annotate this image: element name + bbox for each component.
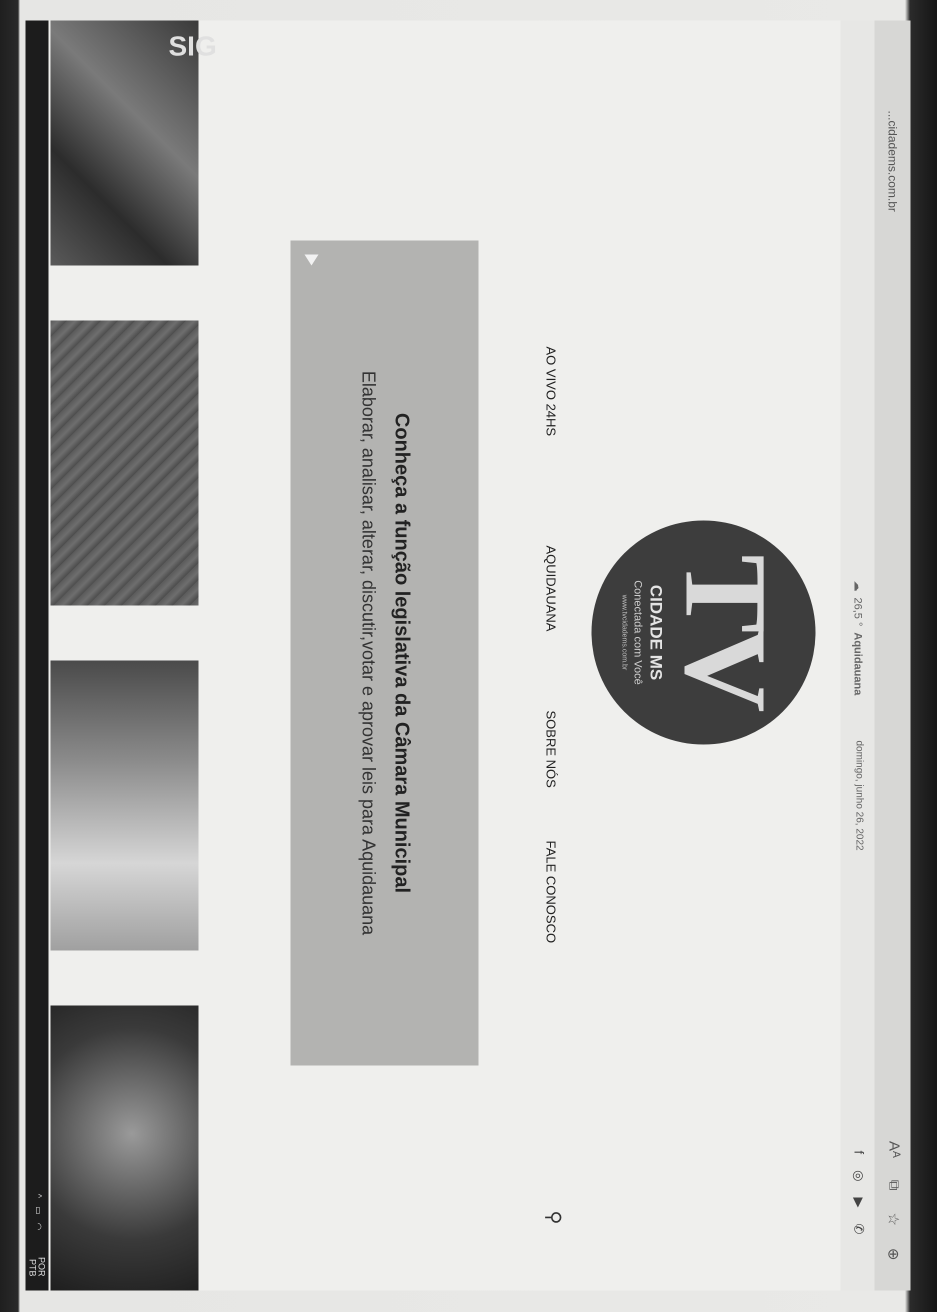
- city-name: Aquidauana: [852, 632, 864, 696]
- play-icon[interactable]: [304, 254, 319, 266]
- banner-subtitle: Elaborar, analisar, alterar, discutir,vo…: [358, 370, 379, 936]
- weather-widget: ☁ 26,5 ° Aquidauana: [852, 581, 865, 696]
- logo-url: www.tvcidadems.com.br: [620, 594, 628, 671]
- hero-banner[interactable]: Conheça a função legislativa da Câmara M…: [290, 240, 479, 1066]
- favorites-icon[interactable]: ☆: [885, 1212, 903, 1225]
- battery-icon[interactable]: ▭: [33, 1206, 44, 1215]
- tab-icon[interactable]: ⧉: [885, 1180, 903, 1191]
- language-code: POR: [36, 1256, 47, 1277]
- youtube-icon[interactable]: ▶: [851, 1197, 867, 1207]
- whatsapp-icon[interactable]: ✆: [851, 1223, 867, 1234]
- news-thumbnail-3[interactable]: [50, 660, 199, 951]
- cloud-icon: ☁: [851, 580, 864, 592]
- search-icon[interactable]: ⚲: [542, 1211, 565, 1225]
- social-links: f ◎ ▶ ✆: [851, 1151, 867, 1235]
- browser-toolbar: ...cidadems.com.br Aᴬ ⧉ ☆ ⊕: [873, 20, 911, 1291]
- system-tray: ^ ▭ ◠: [33, 1194, 44, 1231]
- nav-fale-conosco[interactable]: FALE CONOSCO: [544, 841, 559, 944]
- banner-headline: Conheça a função legislativa da Câmara M…: [390, 412, 413, 894]
- site-logo[interactable]: TV CIDADE MS Conectada com Você www.tvci…: [591, 520, 816, 745]
- logo-tv-text: TV: [660, 554, 792, 707]
- temperature: 26,5 °: [852, 597, 864, 627]
- browser-window: ...cidadems.com.br Aᴬ ⧉ ☆ ⊕ ☁ 26,5 ° Aqu…: [25, 20, 911, 1291]
- logo-name: CIDADE MS: [646, 584, 666, 681]
- nav-ao-vivo[interactable]: AO VIVO 24HS: [544, 347, 559, 437]
- facebook-icon[interactable]: f: [851, 1151, 867, 1155]
- chevron-up-icon[interactable]: ^: [33, 1194, 44, 1198]
- nav-aquidauana[interactable]: AQUIDAUANA: [544, 546, 559, 632]
- current-date: domingo, junho 26, 2022: [853, 740, 865, 851]
- photo-background: ...cidadems.com.br Aᴬ ⧉ ☆ ⊕ ☁ 26,5 ° Aqu…: [0, 0, 937, 1312]
- font-size-icon[interactable]: Aᴬ: [885, 1141, 903, 1158]
- news-thumbnail-1[interactable]: SIG: [50, 20, 217, 266]
- thumbnail-tag: SIG: [168, 30, 217, 62]
- language-indicator[interactable]: POR PTB: [27, 1256, 47, 1277]
- news-thumbnail-2[interactable]: [50, 320, 199, 606]
- news-thumbnail-4[interactable]: [50, 1005, 199, 1291]
- logo-slogan: Conectada com Você: [631, 580, 644, 685]
- instagram-icon[interactable]: ◎: [851, 1170, 867, 1181]
- os-taskbar: ^ ▭ ◠ POR PTB: [25, 20, 49, 1291]
- extensions-icon[interactable]: ⊕: [885, 1248, 903, 1261]
- nav-sobre-nos[interactable]: SOBRE NÓS: [544, 711, 559, 788]
- wifi-icon[interactable]: ◠: [33, 1223, 44, 1231]
- keyboard-layout: PTB: [27, 1258, 38, 1277]
- address-text[interactable]: ...cidadems.com.br: [886, 111, 900, 212]
